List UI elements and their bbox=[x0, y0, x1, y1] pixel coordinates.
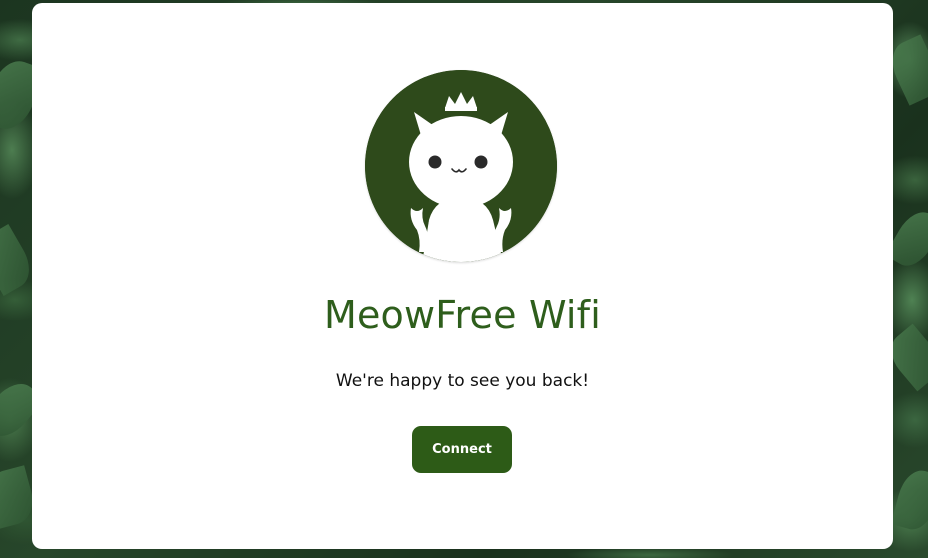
background-leaf bbox=[890, 466, 928, 534]
page-title: MeowFree Wifi bbox=[323, 293, 602, 337]
welcome-card: MeowFree Wifi We're happy to see you bac… bbox=[32, 3, 893, 549]
cat-with-crown-logo bbox=[365, 70, 557, 262]
connect-button[interactable]: Connect bbox=[412, 426, 512, 473]
cat-icon bbox=[365, 70, 557, 262]
welcome-message: We're happy to see you back! bbox=[335, 371, 590, 391]
